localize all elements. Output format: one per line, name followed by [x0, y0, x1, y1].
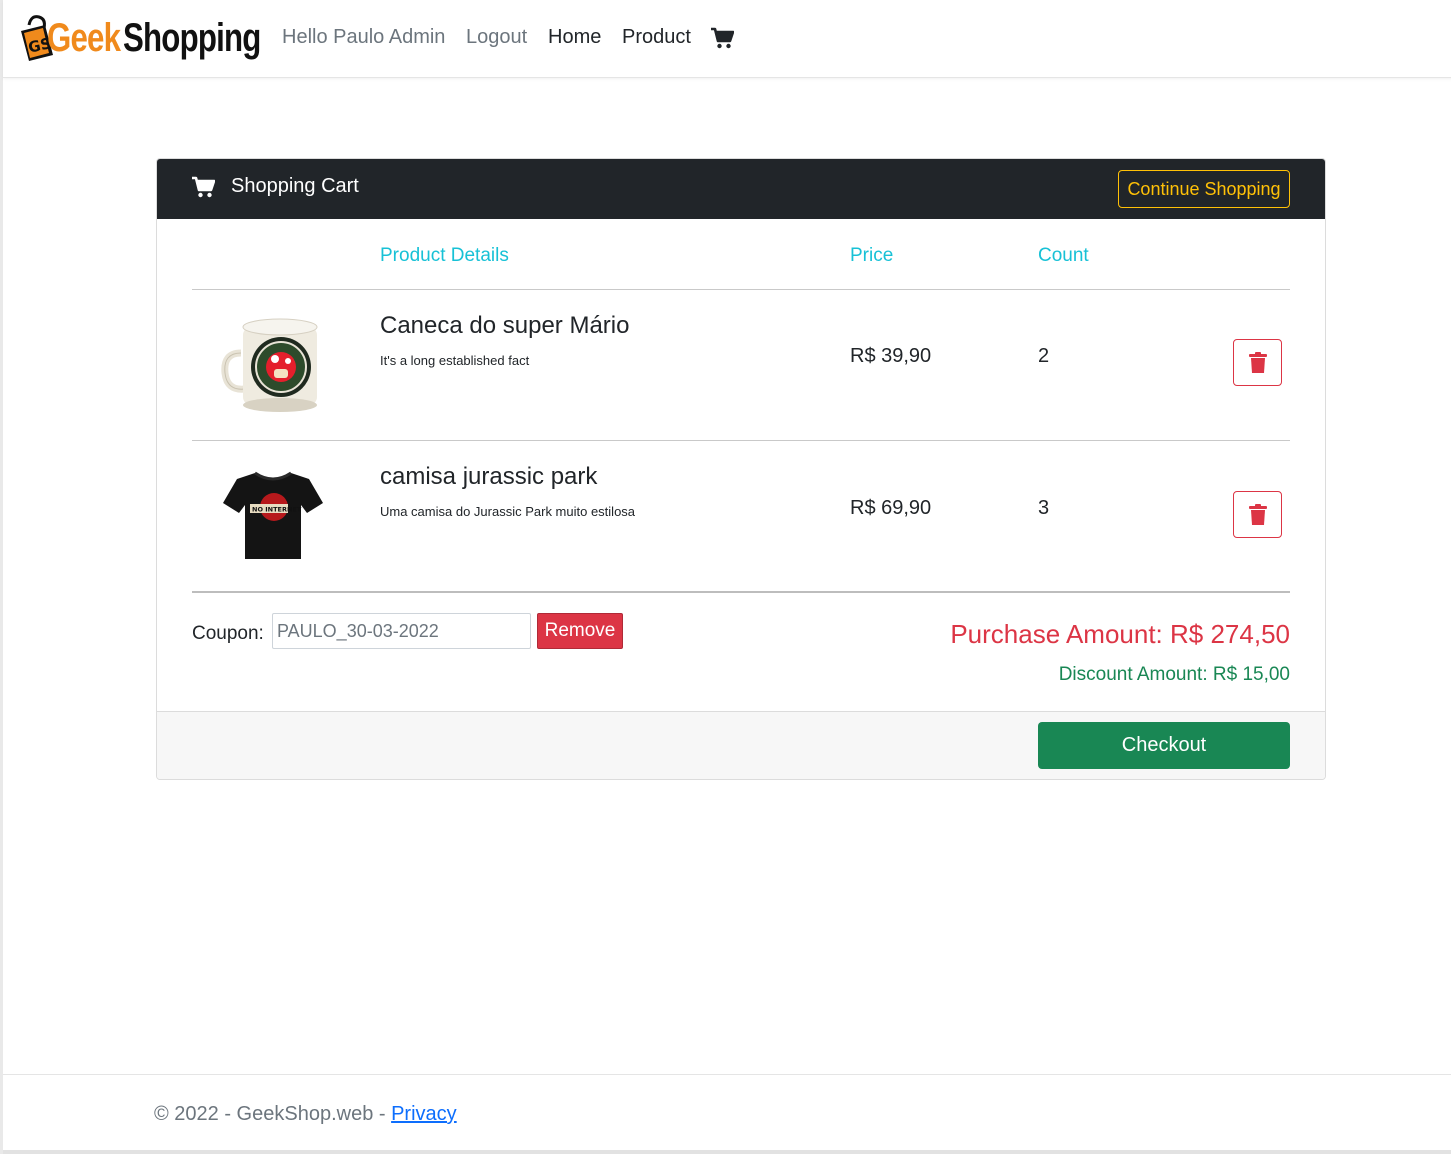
cart-icon [711, 27, 735, 49]
trash-icon [1248, 351, 1267, 373]
delete-item-button[interactable] [1233, 339, 1282, 386]
cart-icon [192, 176, 215, 198]
brand-name-geek: Geek [47, 15, 121, 60]
coupon-input[interactable] [272, 613, 531, 649]
product-price: R$ 69,90 [850, 497, 932, 519]
footer-copyright: © 2022 - GeekShop.web - Privacy [154, 1103, 457, 1126]
remove-coupon-button[interactable]: Remove [537, 613, 623, 649]
product-name: Caneca do super Mário [380, 312, 630, 339]
super-mario-mug-image [221, 318, 318, 412]
product-count: 3 [1038, 497, 1050, 519]
nav-home-link[interactable]: Home [548, 26, 601, 49]
column-header-count: Count [1038, 245, 1089, 266]
top-navbar: GS Geek Shopping Hello Paulo Admin Logou… [3, 0, 1451, 78]
product-name: camisa jurassic park [380, 463, 598, 490]
brand-name-shopping: Shopping [122, 15, 261, 60]
continue-shopping-button[interactable]: Continue Shopping [1118, 170, 1290, 208]
delete-item-button[interactable] [1233, 491, 1282, 538]
coupon-label: Coupon: [192, 623, 264, 644]
nav-cart-link[interactable] [710, 26, 735, 50]
page-footer: © 2022 - GeekShop.web - Privacy [3, 1074, 1451, 1154]
product-description: Uma camisa do Jurassic Park muito estilo… [380, 504, 636, 519]
divider [192, 289, 1290, 290]
product-count: 2 [1038, 345, 1050, 367]
column-header-product-details: Product Details [380, 245, 509, 266]
nav-logout-link[interactable]: Logout [466, 26, 527, 49]
trash-icon [1248, 503, 1267, 525]
divider [192, 591, 1290, 593]
nav-greeting-link[interactable]: Hello Paulo Admin [282, 26, 445, 49]
footer-copyright-text: © 2022 - GeekShop.web - [154, 1103, 392, 1125]
shopping-cart-card: Shopping Cart Continue Shopping Product … [156, 158, 1326, 780]
jurassic-park-tshirt-image: NO INTERNET [223, 471, 323, 559]
discount-amount: Discount Amount: R$ 15,00 [1058, 664, 1290, 685]
product-price: R$ 39,90 [850, 345, 932, 367]
product-description: It's a long established fact [380, 353, 530, 368]
cart-title: Shopping Cart [231, 175, 359, 197]
window-bottom-edge [3, 1150, 1451, 1154]
divider [192, 440, 1290, 441]
svg-text:NO INTERNET: NO INTERNET [252, 506, 302, 514]
nav-product-link[interactable]: Product [622, 26, 691, 49]
brand-logo-link[interactable]: GS Geek Shopping [19, 12, 299, 64]
purchase-amount: Purchase Amount: R$ 274,50 [950, 619, 1290, 649]
cart-card-footer: Checkout [157, 711, 1325, 779]
cart-card-header: Shopping Cart Continue Shopping [157, 159, 1325, 219]
column-header-price: Price [850, 245, 894, 266]
checkout-button[interactable]: Checkout [1038, 722, 1290, 769]
privacy-link[interactable]: Privacy [391, 1103, 457, 1125]
